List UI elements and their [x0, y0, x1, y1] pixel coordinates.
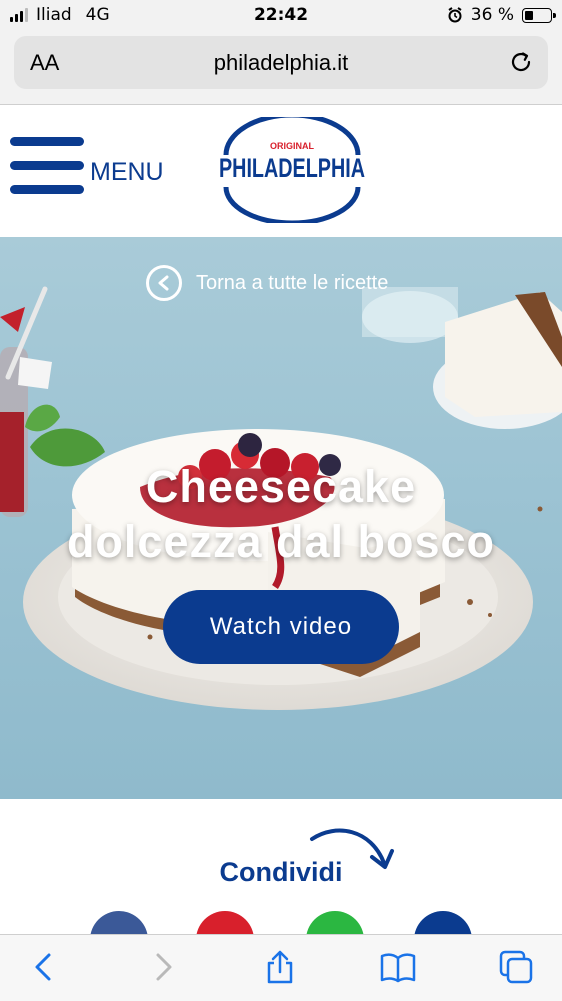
- url-text[interactable]: philadelphia.it: [14, 50, 548, 76]
- reload-icon[interactable]: [508, 49, 534, 75]
- watch-video-label: Watch video: [209, 613, 353, 640]
- watch-video-button[interactable]: Watch video: [163, 590, 399, 664]
- tabs-icon[interactable]: [498, 949, 534, 985]
- battery-icon: [522, 7, 556, 23]
- site-header: MENU ORIGINAL PHILADELPHIA: [0, 105, 562, 237]
- logo-original-text: ORIGINAL: [270, 141, 315, 151]
- share-title: Condividi: [219, 857, 343, 887]
- status-bar: Iliad 4G 22:42 36 %: [0, 0, 562, 32]
- forward-arrow-icon[interactable]: [145, 949, 181, 985]
- menu-label: MENU: [90, 157, 164, 186]
- recipe-title-line2: dolcezza dal bosco: [66, 516, 496, 567]
- philadelphia-logo[interactable]: ORIGINAL PHILADELPHIA: [216, 117, 368, 223]
- recipe-title-line1: Cheesecake: [145, 461, 417, 512]
- browser-toolbar: [0, 934, 562, 1001]
- chevron-left-icon: [146, 265, 182, 301]
- share-icon[interactable]: [262, 949, 298, 985]
- back-to-recipes-link[interactable]: Torna a tutte le ricette: [146, 265, 388, 301]
- recipe-title: Cheesecake dolcezza dal bosco: [0, 459, 562, 569]
- address-bar[interactable]: AA philadelphia.it: [14, 36, 548, 89]
- bookmarks-icon[interactable]: [380, 949, 416, 985]
- share-section: Condividi: [0, 799, 562, 969]
- menu-button[interactable]: MENU: [10, 137, 164, 197]
- back-link-label: Torna a tutte le ricette: [196, 271, 389, 294]
- logo-brand-text: PHILADELPHIA: [219, 153, 365, 183]
- browser-address-area: AA philadelphia.it: [0, 32, 562, 105]
- alarm-icon: [448, 7, 462, 23]
- back-arrow-icon[interactable]: [26, 949, 62, 985]
- hamburger-icon: [10, 137, 84, 197]
- battery-percent: 36 %: [470, 5, 514, 25]
- recipe-hero: Torna a tutte le ricette Cheesecake dolc…: [0, 237, 562, 799]
